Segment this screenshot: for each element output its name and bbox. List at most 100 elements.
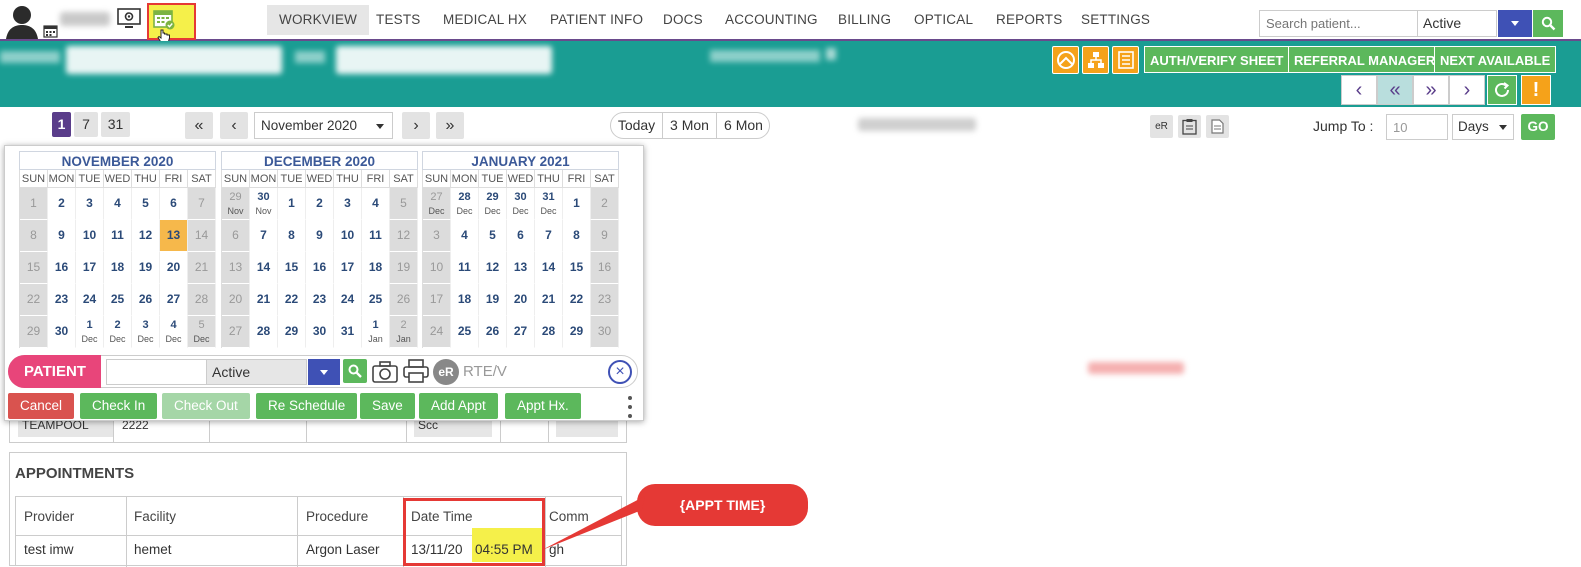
calendar-day[interactable]: 14 bbox=[188, 220, 216, 252]
column-header[interactable]: Facility bbox=[134, 509, 176, 524]
calendar-day[interactable]: 4 bbox=[362, 188, 390, 220]
calendar-day[interactable]: 3 bbox=[76, 188, 104, 220]
calendar-day[interactable]: 16 bbox=[591, 252, 619, 284]
calendar-day[interactable]: 6 bbox=[222, 220, 250, 252]
calendar-day[interactable]: 8 bbox=[278, 220, 306, 252]
alert-button[interactable]: ! bbox=[1521, 75, 1551, 105]
nav-settings[interactable]: SETTINGS bbox=[1069, 5, 1162, 35]
calendar-day[interactable]: 23 bbox=[48, 284, 76, 316]
cancel-button[interactable]: Cancel bbox=[8, 393, 75, 419]
calendar-day[interactable]: 9 bbox=[591, 220, 619, 252]
calendar-day[interactable]: 16 bbox=[306, 252, 334, 284]
check-out-button[interactable]: Check Out bbox=[162, 393, 250, 419]
calendar-day[interactable]: 30 bbox=[48, 316, 76, 348]
er-button[interactable]: eR bbox=[1150, 115, 1173, 138]
calendar-day[interactable]: 19 bbox=[390, 252, 418, 284]
calendar-day[interactable]: 19 bbox=[479, 284, 507, 316]
calendar-day[interactable]: 15 bbox=[278, 252, 306, 284]
calendar-day[interactable]: 26 bbox=[390, 284, 418, 316]
view-31-days[interactable]: 31 bbox=[101, 112, 130, 137]
calendar-day[interactable]: 27 Dec bbox=[423, 188, 451, 220]
nav-patient-info[interactable]: PATIENT INFO bbox=[538, 5, 655, 35]
orange-tool-button[interactable] bbox=[1052, 46, 1079, 74]
calendar-day[interactable]: 30 bbox=[591, 316, 619, 348]
column-header[interactable]: Procedure bbox=[306, 509, 368, 524]
calendar-day[interactable]: 10 bbox=[423, 252, 451, 284]
calendar-day[interactable]: 11 bbox=[362, 220, 390, 252]
calendar-day[interactable]: 22 bbox=[278, 284, 306, 316]
orange-tool-button[interactable] bbox=[1082, 46, 1109, 74]
calendar-day[interactable]: 1 bbox=[20, 188, 48, 220]
calendar-day[interactable]: 22 bbox=[20, 284, 48, 316]
calendar-day[interactable]: 19 bbox=[132, 252, 160, 284]
calendar-day[interactable]: 23 bbox=[306, 284, 334, 316]
prev-button[interactable]: ‹ bbox=[1341, 75, 1377, 105]
check-in-button[interactable]: Check In bbox=[80, 393, 158, 419]
calendar-day[interactable]: 18 bbox=[104, 252, 132, 284]
calendar-day[interactable]: 14 bbox=[250, 252, 278, 284]
calendar-day[interactable]: 27 bbox=[160, 284, 188, 316]
calendar-day[interactable]: 3 bbox=[334, 188, 362, 220]
calendar-day[interactable]: 5 bbox=[132, 188, 160, 220]
calendar-day[interactable]: 8 bbox=[20, 220, 48, 252]
calendar-day[interactable]: 31 Dec bbox=[535, 188, 563, 220]
prev-fast-button[interactable]: « bbox=[1377, 75, 1413, 105]
calendar-day[interactable]: 1 bbox=[563, 188, 591, 220]
calendar-day[interactable]: 3 bbox=[423, 220, 451, 252]
appt-hx-button[interactable]: Appt Hx. bbox=[505, 393, 581, 419]
calendar-day[interactable]: 11 bbox=[451, 252, 479, 284]
nav-accounting[interactable]: ACCOUNTING bbox=[713, 5, 830, 35]
calendar-day[interactable]: 29 bbox=[563, 316, 591, 348]
calendar-day[interactable]: 5 bbox=[390, 188, 418, 220]
calendar-day[interactable]: 20 bbox=[222, 284, 250, 316]
save-button[interactable]: Save bbox=[360, 393, 415, 419]
calendar-day[interactable]: 6 bbox=[160, 188, 188, 220]
calendar-day[interactable]: 2 bbox=[591, 188, 619, 220]
more-vertical-icon[interactable] bbox=[628, 395, 632, 419]
next-button[interactable]: › bbox=[1449, 75, 1485, 105]
today-button[interactable]: Today bbox=[611, 113, 663, 138]
calendar-day[interactable]: 27 bbox=[222, 316, 250, 348]
calendar-day[interactable]: 24 bbox=[334, 284, 362, 316]
calendar-day[interactable]: 14 bbox=[535, 252, 563, 284]
document-button[interactable] bbox=[1206, 115, 1229, 138]
month-select[interactable]: November 2020 bbox=[254, 112, 393, 139]
calendar-day[interactable]: 4 bbox=[451, 220, 479, 252]
calendar-day[interactable]: 4 Dec bbox=[160, 316, 188, 348]
calendar-day[interactable]: 1 bbox=[278, 188, 306, 220]
calendar-day[interactable]: 17 bbox=[423, 284, 451, 316]
calendar-day[interactable]: 30 Dec bbox=[507, 188, 535, 220]
next-month-fast-button[interactable]: » bbox=[436, 112, 464, 139]
patient-status-select[interactable]: Active bbox=[206, 359, 307, 385]
calendar-day[interactable]: 9 bbox=[306, 220, 334, 252]
calendar-day[interactable]: 8 bbox=[563, 220, 591, 252]
jump-to-input[interactable] bbox=[1386, 114, 1448, 140]
calendar-day[interactable]: 7 bbox=[250, 220, 278, 252]
referral-manager-button[interactable]: REFERRAL MANAGER bbox=[1288, 46, 1442, 73]
calendar-day[interactable]: 4 bbox=[104, 188, 132, 220]
calendar-day[interactable]: 27 bbox=[507, 316, 535, 348]
calendar-day[interactable]: 29 bbox=[278, 316, 306, 348]
calendar-day[interactable]: 29 bbox=[20, 316, 48, 348]
calendar-day[interactable]: 9 bbox=[48, 220, 76, 252]
next-available-button[interactable]: NEXT AVAILABLE bbox=[1434, 46, 1557, 73]
calendar-small-icon[interactable] bbox=[43, 24, 58, 38]
calendar-day[interactable]: 2 Jan bbox=[390, 316, 418, 348]
calendar-day[interactable]: 22 bbox=[563, 284, 591, 316]
calendar-day[interactable]: 3 Dec bbox=[132, 316, 160, 348]
calendar-day[interactable]: 18 bbox=[362, 252, 390, 284]
calendar-day[interactable]: 29 Dec bbox=[479, 188, 507, 220]
next-month-button[interactable]: › bbox=[402, 112, 430, 139]
prev-month-fast-button[interactable]: « bbox=[185, 112, 213, 139]
printer-icon[interactable] bbox=[402, 358, 430, 384]
reschedule-button[interactable]: Re Schedule bbox=[256, 393, 358, 419]
calendar-day[interactable]: 25 bbox=[362, 284, 390, 316]
search-patient-input[interactable] bbox=[1259, 10, 1418, 37]
user-avatar[interactable] bbox=[4, 3, 40, 39]
nav-billing[interactable]: BILLING bbox=[826, 5, 903, 35]
calendar-day[interactable]: 5 bbox=[479, 220, 507, 252]
patient-status-select[interactable]: Active bbox=[1417, 10, 1497, 37]
patient-name-input[interactable] bbox=[106, 359, 207, 385]
column-header[interactable]: Provider bbox=[24, 509, 74, 524]
er-icon[interactable]: eR bbox=[433, 359, 459, 385]
